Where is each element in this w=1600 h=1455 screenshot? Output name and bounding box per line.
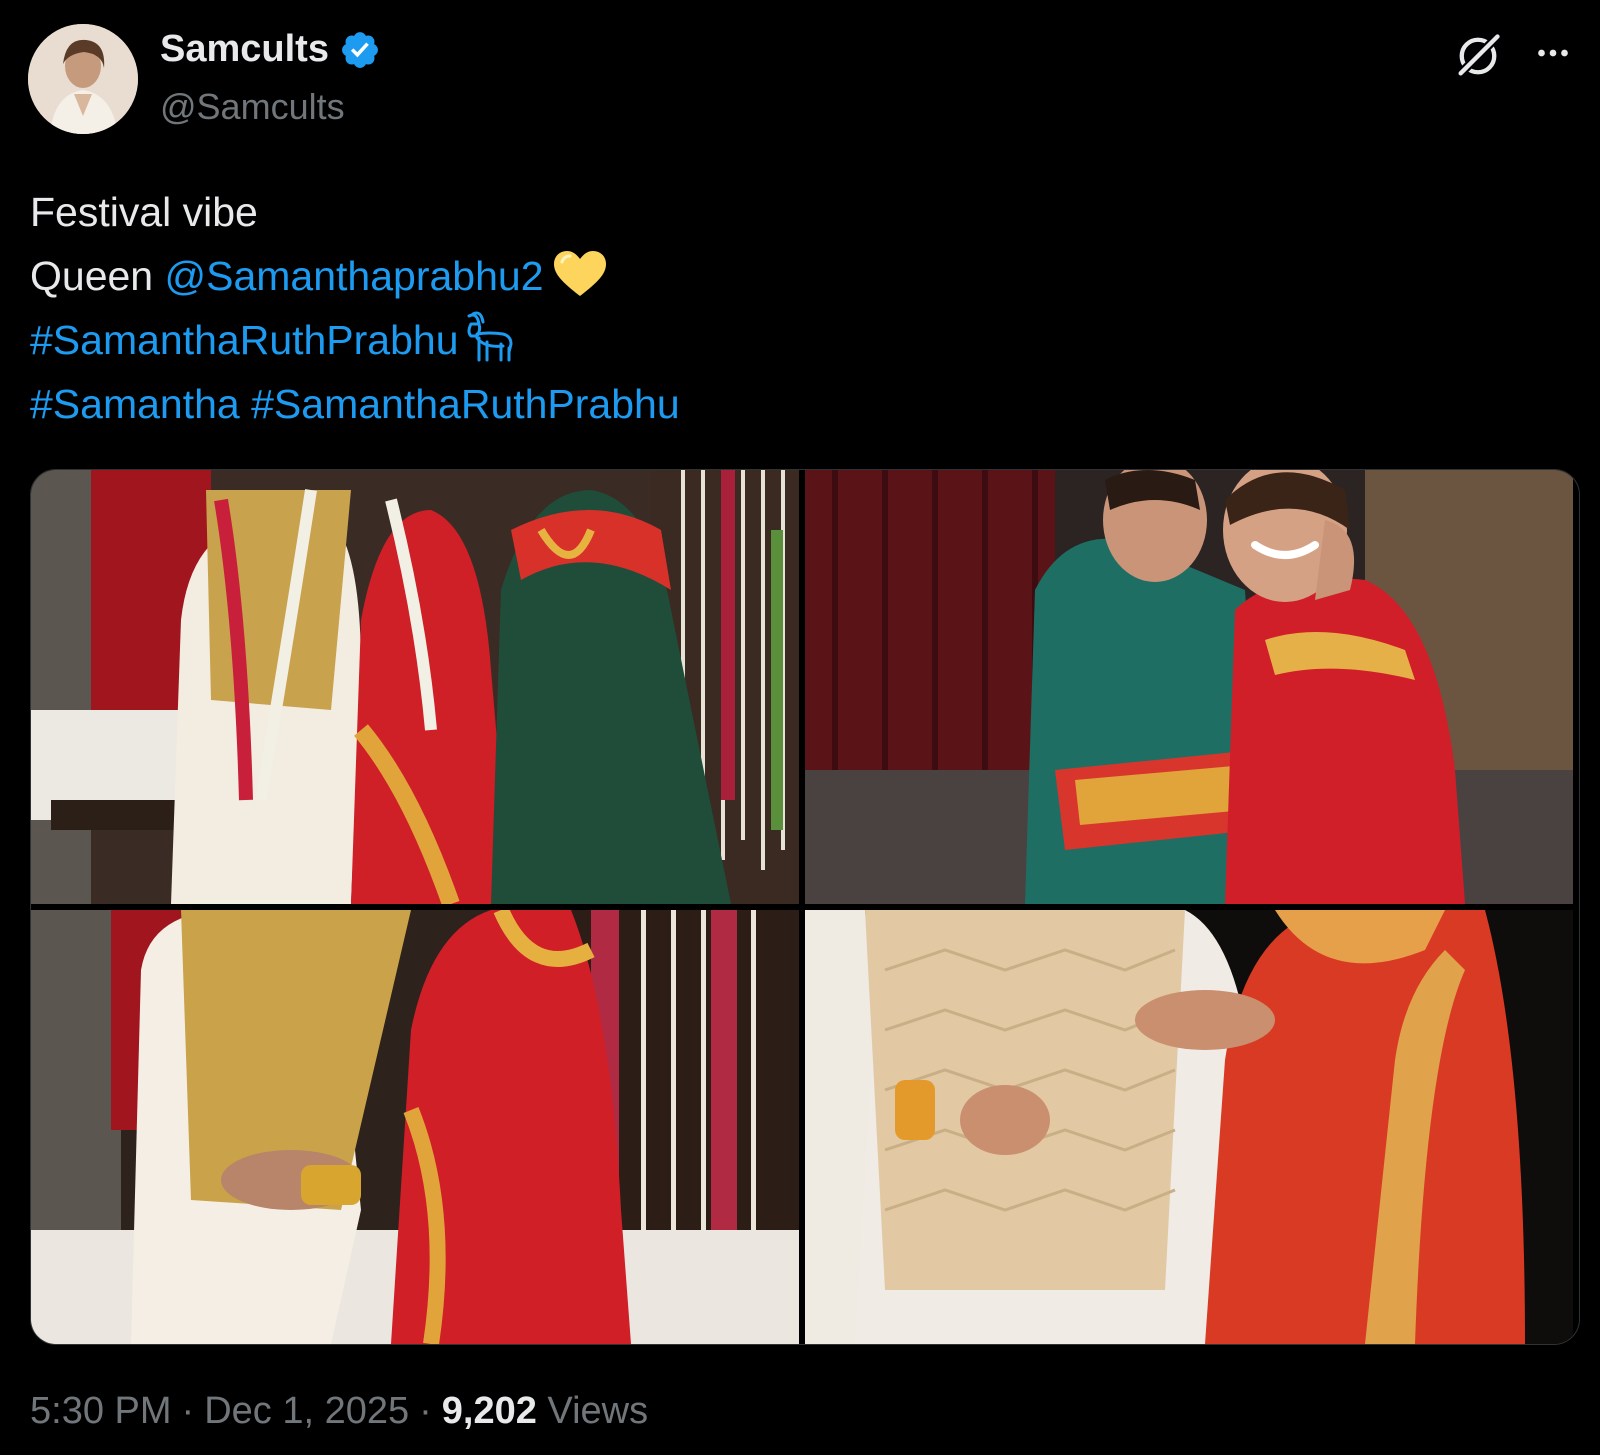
photo-couple-hands-closeup <box>31 910 799 1344</box>
grok-icon[interactable] <box>1452 30 1504 82</box>
media-photo-3[interactable] <box>31 910 799 1344</box>
tweet-line-1: Festival vibe <box>30 189 258 235</box>
tweet-meta: 5:30 PM · Dec 1, 2025 · 9,202 Views <box>30 1390 648 1433</box>
photo-couple-seated-garlands <box>31 470 799 904</box>
author-display-name[interactable]: Samcults <box>160 28 329 71</box>
meta-separator: · <box>419 1390 432 1432</box>
hashtag-link[interactable]: #SamanthaRuthPrabhu <box>30 317 459 363</box>
tweet-line-4: #Samantha #SamanthaRuthPrabhu <box>30 372 680 436</box>
media-grid <box>30 469 1580 1345</box>
avatar[interactable] <box>28 24 138 134</box>
goat-emoji-icon <box>467 311 513 362</box>
tweet-time[interactable]: 5:30 PM <box>30 1390 172 1432</box>
photo-women-embrace <box>805 470 1573 904</box>
media-photo-1[interactable] <box>31 470 799 904</box>
more-options-icon[interactable] <box>1530 30 1576 76</box>
tweet-line-2-prefix: Queen <box>30 253 165 299</box>
tweet-text: Festival vibe Queen @Samanthaprabhu2 #Sa… <box>30 180 680 436</box>
tweet-line-2: Queen @Samanthaprabhu2 <box>30 244 680 308</box>
photo-couple-walking <box>805 910 1573 1344</box>
mention-link[interactable]: @Samanthaprabhu2 <box>165 253 544 299</box>
avatar-image <box>28 24 138 134</box>
media-photo-4[interactable] <box>805 910 1573 1344</box>
yellow-heart-emoji-icon <box>553 251 606 296</box>
tweet-date[interactable]: Dec 1, 2025 <box>204 1390 409 1432</box>
views-count: 9,202 <box>441 1390 537 1432</box>
media-photo-2[interactable] <box>805 470 1573 904</box>
author-handle[interactable]: @Samcults <box>160 86 345 128</box>
verified-badge-icon[interactable] <box>339 29 381 71</box>
hashtag-link[interactable]: #SamanthaRuthPrabhu <box>251 381 680 427</box>
tweet-line-3: #SamanthaRuthPrabhu <box>30 308 680 372</box>
hashtag-link[interactable]: #Samantha <box>30 381 240 427</box>
meta-separator: · <box>181 1390 195 1432</box>
views-label: Views <box>547 1390 649 1432</box>
